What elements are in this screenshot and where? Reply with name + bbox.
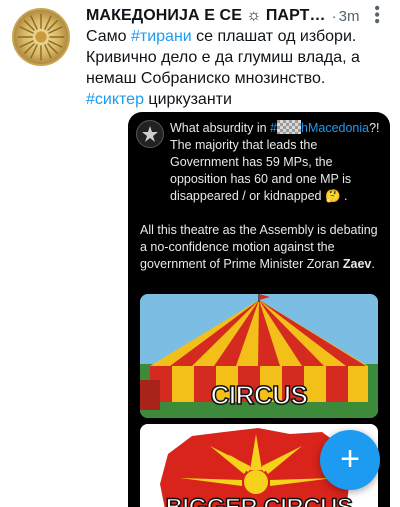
tweet-timestamp[interactable]: 3m bbox=[339, 8, 360, 25]
hashtag-link[interactable]: #тирани bbox=[131, 28, 192, 45]
sun-emblem-icon bbox=[17, 13, 65, 61]
embedded-paragraph2: All this theatre as the Assembly is deba… bbox=[140, 222, 384, 273]
circus-label: CIRCUS bbox=[210, 379, 309, 411]
more-dots-icon[interactable]: ••• bbox=[366, 5, 386, 25]
compose-tweet-button[interactable]: + bbox=[320, 430, 380, 490]
embedded-text-part: . bbox=[371, 257, 375, 271]
circus-tent-image: CIRCUS bbox=[140, 294, 378, 418]
tweet-header: МАКЕДОНИЈА Е СЕ ☼ ПАРТ… · 3m ••• bbox=[86, 5, 390, 27]
embedded-hashtag-suffix: hMacedonia bbox=[301, 121, 370, 135]
tweet-text-part: Само bbox=[86, 28, 131, 45]
author-name[interactable]: МАКЕДОНИЈА Е СЕ ☼ ПАРТ… bbox=[86, 7, 326, 25]
header-separator: · bbox=[331, 7, 337, 25]
embedded-bold-name: Zaev bbox=[342, 257, 372, 271]
embedded-text: What absurdity in # hMacedonia?! The majo… bbox=[140, 120, 384, 273]
tweet-text-part: циркузанти bbox=[143, 91, 232, 108]
embedded-hashtag-prefix: # bbox=[270, 121, 277, 135]
bigger-circus-label: BIGGER CIRCUS bbox=[140, 493, 378, 507]
hashtag-link[interactable]: #сиктер bbox=[86, 91, 144, 108]
embedded-line1: What absurdity in # hMacedonia?! The majo… bbox=[140, 120, 384, 205]
embedded-text-part: What absurdity in bbox=[170, 121, 271, 135]
author-avatar[interactable] bbox=[12, 8, 70, 66]
compose-plus-icon: + bbox=[340, 440, 360, 478]
embedded-hashtag: # hMacedonia bbox=[270, 120, 370, 135]
censor-pixel-icon bbox=[277, 120, 301, 134]
tweet-text: Само #тирани се плашат од избори. Кривич… bbox=[86, 26, 386, 110]
